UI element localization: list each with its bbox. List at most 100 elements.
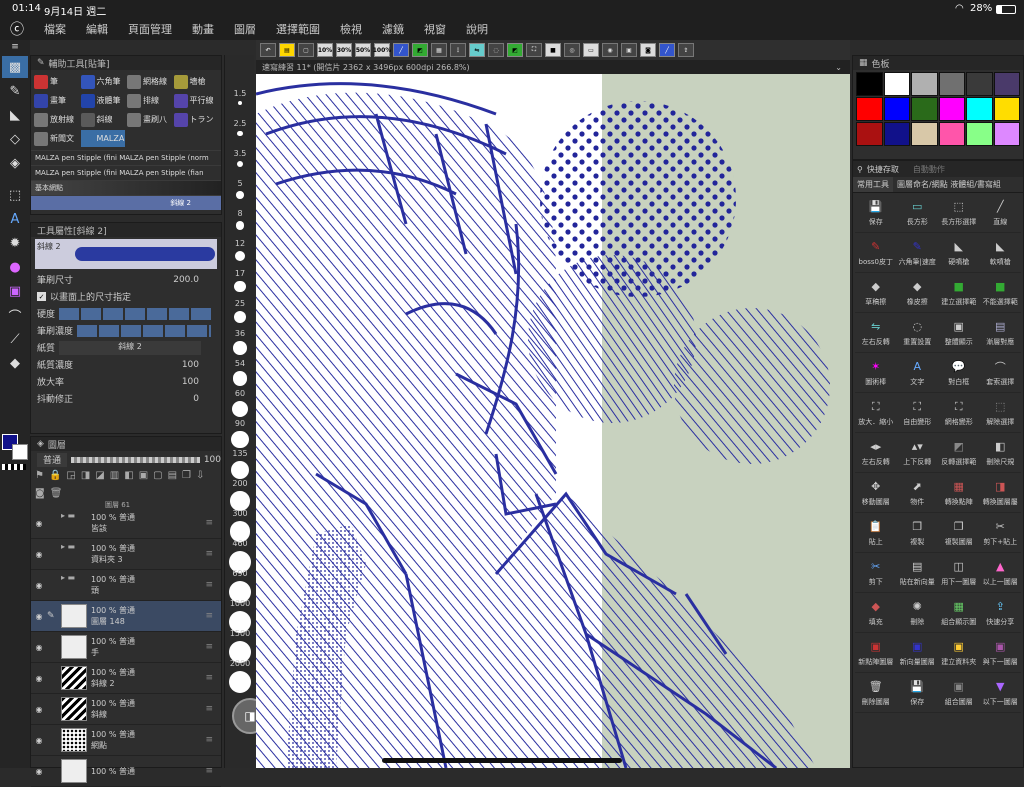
palette-color-swatch[interactable] [966, 72, 993, 96]
brush-preset-row[interactable]: 基本網點 [31, 180, 221, 195]
pen-tool-icon[interactable]: ✎ [2, 80, 28, 102]
eye-icon[interactable]: ◉ [31, 581, 47, 590]
subtool-item[interactable]: 平行線 [173, 92, 219, 109]
chevron-down-icon[interactable]: ⌄ [835, 63, 842, 72]
palette-color-swatch[interactable] [938, 122, 965, 146]
palette-color-swatch[interactable] [883, 97, 910, 121]
selection-tool-icon[interactable]: ⬚ [2, 184, 28, 206]
eye-icon[interactable]: ◉ [31, 643, 47, 652]
quick-access-item[interactable]: ▣ 整體顯示 [938, 313, 980, 353]
menu-item[interactable]: 選擇範圍 [266, 21, 330, 37]
quick-access-item[interactable]: ✎ boss0皮丁 [855, 233, 897, 273]
layer-icon[interactable]: ▢ [298, 43, 314, 57]
brush-size-tick[interactable]: 5 [225, 179, 255, 188]
draft-icon[interactable]: ◪ [95, 470, 104, 483]
quick-access-item[interactable]: ◩ 反轉選擇範 [938, 433, 980, 473]
quick-access-item[interactable]: ✎ 六角筆|速度 [896, 233, 938, 273]
drag-handle-icon[interactable]: ≡ [205, 704, 213, 714]
menu-item[interactable]: 檢視 [330, 21, 372, 37]
quick-access-item[interactable]: ⬚ 長方形選擇 [938, 193, 980, 233]
layer-row[interactable]: ◉ 100 % 普通 ≡ [31, 756, 221, 787]
paper-density-value[interactable]: 100 [182, 360, 199, 370]
ruler-icon[interactable]: ⋮ [450, 43, 466, 57]
zoom-30-button[interactable]: 30% [336, 43, 352, 57]
menu-item[interactable]: 檔案 [34, 21, 76, 37]
brush-density-row[interactable]: 筆刷濃度 [31, 322, 221, 339]
undo-icon[interactable]: ↶ [260, 43, 276, 57]
new-raster-icon[interactable]: ▣ [139, 470, 148, 483]
layer-row[interactable]: ◉ ▸ ▬ 100 % 普通 皆該 ≡ [31, 508, 221, 539]
zoom-50-button[interactable]: 50% [355, 43, 371, 57]
drag-handle-icon[interactable]: ≡ [205, 735, 213, 745]
zoom-100-button[interactable]: 100% [373, 43, 391, 57]
quick-access-item[interactable]: ▣ 組合圖層 [938, 673, 980, 713]
brush-size-dot[interactable] [238, 101, 242, 105]
wand-tool-icon[interactable]: ● [2, 256, 28, 278]
quick-access-item[interactable]: ▤ 漸層對應 [979, 313, 1021, 353]
palette-color-swatch[interactable] [993, 97, 1020, 121]
menu-item[interactable]: 說明 [456, 21, 498, 37]
quick-access-item[interactable]: ✺ 刪除 [896, 593, 938, 633]
zoom-10-button[interactable]: 10% [317, 43, 333, 57]
layer-row[interactable]: ◉ 100 % 普通 斜線 ≡ [31, 694, 221, 725]
brush-size-dot[interactable] [237, 131, 243, 137]
menu-item[interactable]: 濾鏡 [372, 21, 414, 37]
quick-access-item[interactable]: ✥ 移動圖層 [855, 473, 897, 513]
blend-tool-icon[interactable]: ◈ [2, 152, 28, 174]
brush-size-dot[interactable] [236, 161, 244, 168]
quick-access-item[interactable]: ⛶ 網格變形 [938, 393, 980, 433]
quick-access-item[interactable]: ⬈ 物件 [896, 473, 938, 513]
quick-access-item[interactable]: A 文字 [896, 353, 938, 393]
screen-size-checkbox-row[interactable]: ✓ 以畫面上的尺寸指定 [31, 288, 221, 305]
burst-tool-icon[interactable]: ✹ [2, 232, 28, 254]
subtool-item[interactable]: 畫筆 [34, 92, 79, 109]
eye-icon[interactable]: ◉ [31, 736, 47, 745]
frame-tool-icon[interactable]: ▣ [2, 280, 28, 302]
subtool-item[interactable]: 畫刷八 [127, 111, 172, 128]
save-icon[interactable]: ▤ [279, 43, 295, 57]
drag-handle-icon[interactable]: ≡ [205, 518, 213, 528]
quick-access-item[interactable]: 💬 對白框 [938, 353, 980, 393]
menu-item[interactable]: 圖層 [224, 21, 266, 37]
quick-access-item[interactable]: ◫ 用下一圖層 [938, 553, 980, 593]
palette-color-swatch[interactable] [911, 72, 938, 96]
quick-access-item[interactable]: ❐ 複製 [896, 513, 938, 553]
quick-access-item[interactable]: ▣ 建立資料夾 [938, 633, 980, 673]
eye-icon[interactable]: ◉ [31, 550, 47, 559]
brush-size-tick[interactable]: 36 [225, 329, 255, 338]
palette-color-icon[interactable]: ▥ [110, 470, 119, 483]
quick-access-item[interactable]: ■ 建立選擇範 [938, 273, 980, 313]
drag-handle-icon[interactable]: ≡ [205, 673, 213, 683]
palette-color-swatch[interactable] [938, 72, 965, 96]
palette-color-swatch[interactable] [883, 122, 910, 146]
palette-color-swatch[interactable] [966, 122, 993, 146]
fill-tool-icon[interactable]: ◆ [2, 352, 28, 374]
quick-access-item[interactable]: ⌒ 套索選擇 [979, 353, 1021, 393]
menu-item[interactable]: 視窗 [414, 21, 456, 37]
paper-row[interactable]: 紙質 斜線 2 [31, 339, 221, 356]
layer-row[interactable]: ◉ ▸ ▬ 100 % 普通頭 ≡ [31, 570, 221, 601]
brush-size-dot[interactable] [229, 671, 251, 693]
brush-density-selector[interactable] [77, 324, 211, 337]
brush-size-value[interactable]: 200.0 [173, 275, 199, 285]
palette-color-swatch[interactable] [993, 72, 1020, 96]
blend-mode-select[interactable]: 普通 [37, 452, 67, 467]
quick-access-item[interactable]: 🗑 刪除圖層 [855, 673, 897, 713]
copy-layer-icon[interactable]: ❐ [182, 470, 191, 483]
home-indicator[interactable] [382, 758, 622, 763]
eye-icon[interactable]: ◉ [31, 612, 47, 621]
transparent-color[interactable] [2, 464, 26, 470]
brush-size-tick[interactable]: 1500 [225, 629, 255, 638]
flip-icon[interactable]: ⇋ [469, 43, 485, 57]
quick-access-item[interactable]: ◆ 填充 [855, 593, 897, 633]
new-folder-icon[interactable]: ▤ [168, 470, 177, 483]
subtool-item[interactable]: トラン [173, 111, 219, 128]
new-vector-icon[interactable]: ▢ [153, 470, 162, 483]
checkbox-icon[interactable]: ✓ [37, 292, 46, 301]
opacity-value[interactable]: 100 [204, 455, 221, 465]
palette-color-swatch[interactable] [856, 97, 883, 121]
eye-icon[interactable]: ◉ [31, 705, 47, 714]
quick-access-item[interactable]: ⬚ 解除選擇 [979, 393, 1021, 433]
trash-icon[interactable]: 🗑 [50, 488, 63, 501]
quick-access-item[interactable]: ◧ 刪除尺規 [979, 433, 1021, 473]
